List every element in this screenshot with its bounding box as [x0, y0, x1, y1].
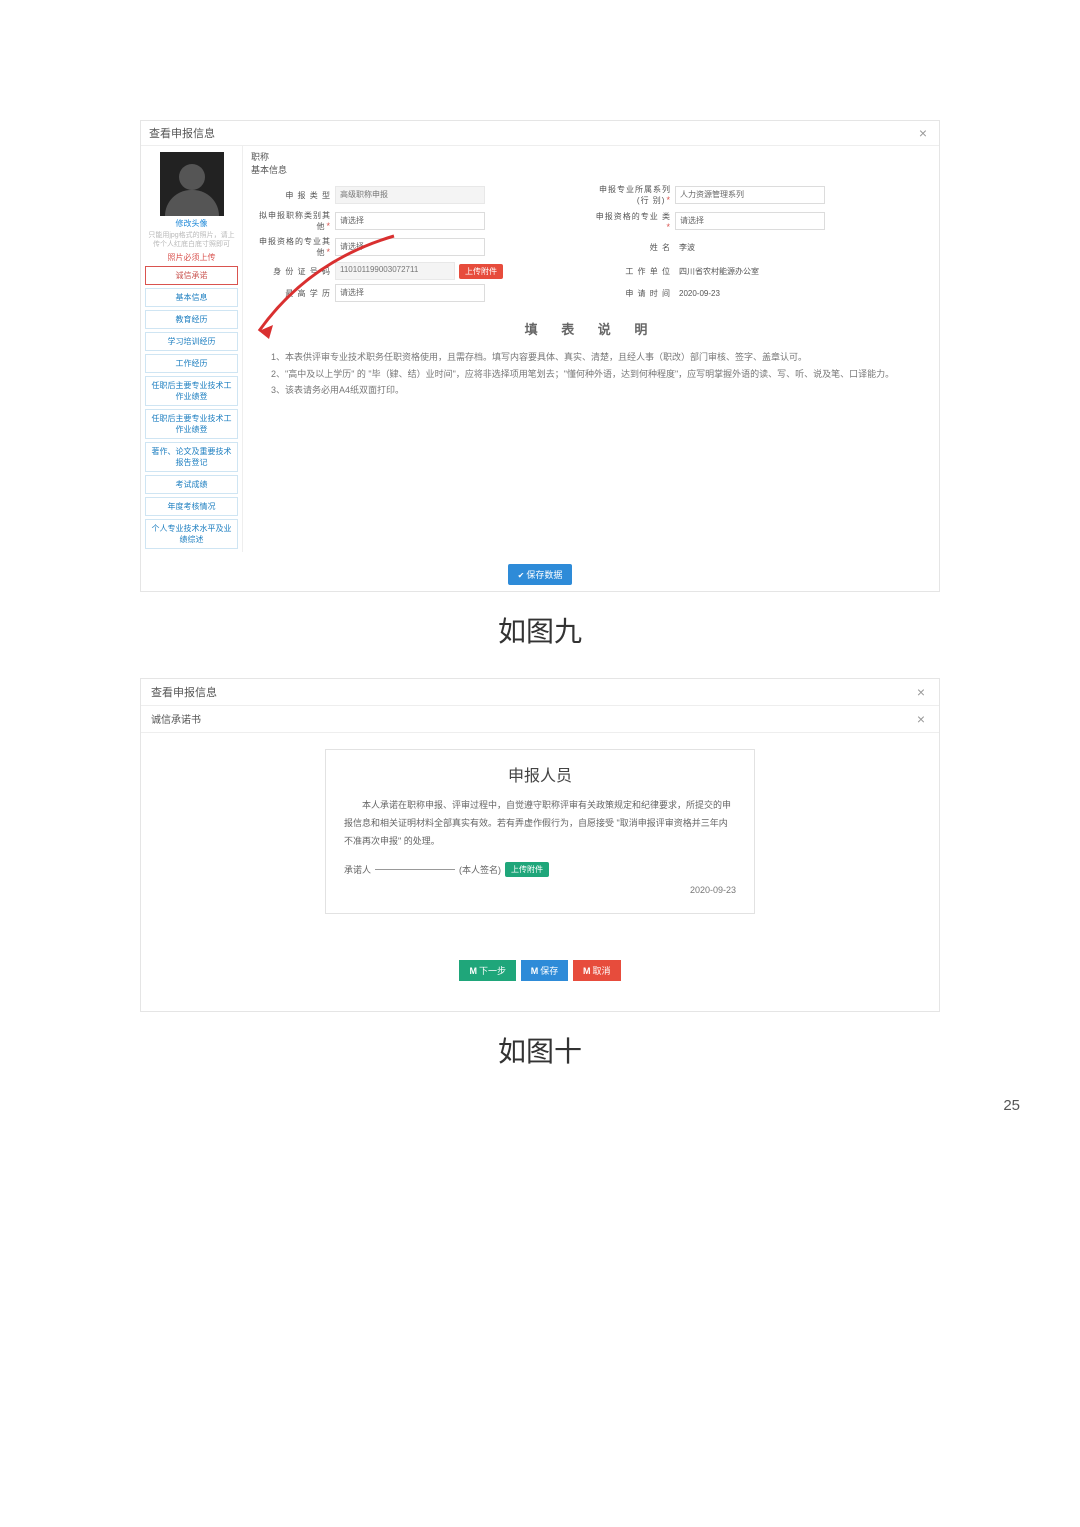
lbl-id: 身 份 证 号 码	[251, 266, 335, 277]
save-button[interactable]: M保存	[521, 960, 569, 981]
sidebar-item-annual[interactable]: 年度考核情况	[145, 497, 238, 516]
dialog-view-report-info: 查看申报信息 × 修改头像 只能用jpg格式的照片，请上传个人红底白底寸照即可 …	[140, 120, 940, 592]
dialog-pledge: 查看申报信息 × 诚信承诺书 × 申报人员 本人承诺在职称申报、评审过程中，自觉…	[140, 678, 940, 1012]
sidebar-item-training[interactable]: 学习培训经历	[145, 332, 238, 351]
id-input[interactable]: 110101199003072711	[335, 262, 455, 280]
dialog1-content: 职称 基本信息 申 报 类 型 高级职称申报 申报专业所属系列(行 别) 人力资…	[243, 146, 939, 552]
highest-select[interactable]: 请选择	[335, 284, 485, 302]
sidebar-item-exam[interactable]: 考试成绩	[145, 475, 238, 494]
lbl-name: 姓 名	[591, 242, 675, 253]
avatar-hint: 只能用jpg格式的照片，请上传个人红底白底寸照即可	[141, 231, 242, 249]
lbl-apply-type: 申 报 类 型	[251, 190, 335, 201]
sidebar-item-achievement2[interactable]: 任职后主要专业技术工作业绩登	[145, 409, 238, 439]
lbl-date: 申 请 时 间	[591, 288, 675, 299]
instructions-line-3: 3、该表请务必用A4纸双面打印。	[271, 382, 911, 398]
group-title-2: 基本信息	[251, 163, 287, 176]
next-step-button[interactable]: M下一步	[459, 960, 516, 981]
dialog2-nav-buttons: M下一步 M保存 M取消	[181, 960, 899, 981]
group-title-1: 职称	[251, 150, 269, 163]
grade-select[interactable]: 请选择	[675, 212, 825, 230]
avatar	[160, 152, 224, 216]
dialog1-title: 查看申报信息	[149, 125, 215, 141]
dialog2-subtitle: 诚信承诺书	[151, 711, 201, 727]
apply-type-input[interactable]: 高级职称申报	[335, 186, 485, 204]
sidebar-item-work[interactable]: 工作经历	[145, 354, 238, 373]
spec-select[interactable]: 请选择	[335, 238, 485, 256]
series-select[interactable]: 人力资源管理系列	[675, 186, 825, 204]
sign-hint: (本人签名)	[459, 863, 501, 876]
pledge-box: 申报人员 本人承诺在职称申报、评审过程中，自觉遵守职称评审有关政策规定和纪律要求…	[325, 749, 755, 914]
dialog1-header: 查看申报信息 ×	[141, 121, 939, 146]
pledge-heading: 申报人员	[344, 762, 736, 786]
sign-line	[375, 869, 455, 870]
dialog1-sidebar: 修改头像 只能用jpg格式的照片，请上传个人红底白底寸照即可 照片必须上传 诚信…	[141, 146, 243, 552]
upload-signature-button[interactable]: 上传附件	[505, 862, 549, 877]
sidebar-item-achievement1[interactable]: 任职后主要专业技术工作业绩登	[145, 376, 238, 406]
lbl-same-class: 拟申报职称类别其 他	[251, 210, 335, 232]
sidebar-item-education[interactable]: 教育经历	[145, 310, 238, 329]
close-icon[interactable]: ×	[913, 684, 929, 700]
figure-caption-10: 如图十	[140, 1030, 940, 1070]
pledge-body: 本人承诺在职称申报、评审过程中，自觉遵守职称评审有关政策规定和纪律要求，所提交的…	[344, 796, 736, 850]
instructions-line-1: 1、本表供评审专业技术职务任职资格使用，且需存档。填写内容要具体、真实、清楚，且…	[271, 349, 911, 365]
save-data-button[interactable]: 保存数据	[508, 564, 573, 585]
sign-label: 承诺人	[344, 863, 371, 876]
sidebar-item-publications[interactable]: 著作、论文及重要技术报告登记	[145, 442, 238, 472]
sign-row: 承诺人 (本人签名) 上传附件	[344, 862, 736, 877]
dialog2-subheader: 诚信承诺书 ×	[141, 706, 939, 733]
lbl-unit: 工 作 单 位	[591, 266, 675, 277]
unit-value: 四川省农村能源办公室	[675, 266, 759, 277]
name-value: 李波	[675, 242, 695, 253]
lbl-grade: 申报资格的专业 类	[591, 211, 675, 232]
close-icon[interactable]: ×	[915, 125, 931, 141]
apply-date-value: 2020-09-23	[675, 289, 720, 298]
sidebar-item-basic[interactable]: 基本信息	[145, 288, 238, 307]
cancel-button[interactable]: M取消	[573, 960, 621, 981]
sidebar-item-pledge[interactable]: 诚信承诺	[145, 266, 238, 285]
sidebar-item-summary[interactable]: 个人专业技术水平及业绩综述	[145, 519, 238, 549]
instructions-block: 填 表 说 明 1、本表供评审专业技术职务任职资格使用，且需存档。填写内容要具体…	[271, 318, 911, 398]
upload-id-button[interactable]: 上传附件	[459, 264, 503, 279]
avatar-required-link[interactable]: 照片必须上传	[141, 252, 242, 263]
dialog2-header: 查看申报信息 ×	[141, 679, 939, 706]
lbl-series: 申报专业所属系列(行 别)	[591, 184, 675, 206]
figure-caption-9: 如图九	[140, 610, 940, 650]
close-icon[interactable]: ×	[913, 711, 929, 727]
same-class-select[interactable]: 请选择	[335, 212, 485, 230]
lbl-spec: 申报资格的专业其 他	[251, 236, 335, 258]
pledge-date: 2020-09-23	[344, 885, 736, 895]
page-number: 25	[1003, 1097, 1020, 1114]
instructions-title: 填 表 说 明	[271, 318, 911, 341]
instructions-line-2: 2、"高中及以上学历" 的 "毕（肄、结）业时间"，应将非选择项用笔划去；"懂何…	[271, 366, 911, 382]
dialog2-title: 查看申报信息	[151, 684, 217, 700]
form-grid: 申 报 类 型 高级职称申报 申报专业所属系列(行 别) 人力资源管理系列 拟申…	[251, 182, 931, 304]
avatar-change-link[interactable]: 修改头像	[141, 218, 242, 229]
lbl-highest: 最 高 学 历	[251, 288, 335, 299]
